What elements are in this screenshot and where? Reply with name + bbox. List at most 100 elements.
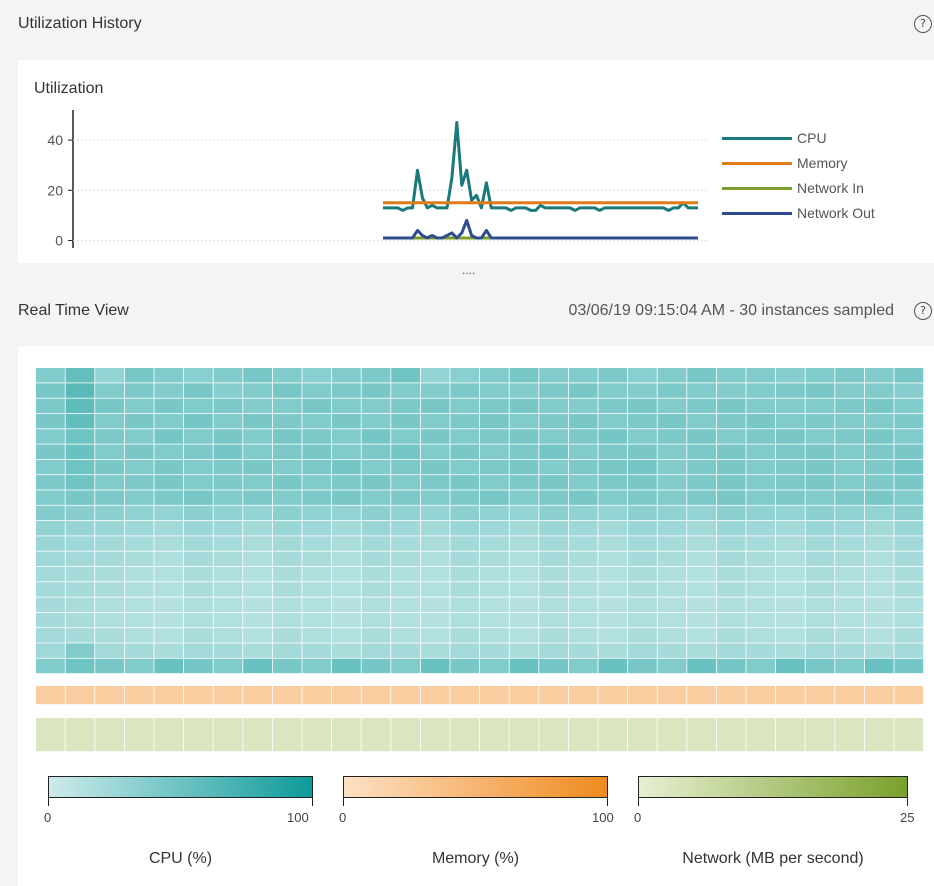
cpu-heatmap-cell <box>776 413 805 429</box>
network-heatmap-cell <box>332 718 361 752</box>
cpu-heatmap-cell <box>124 429 154 444</box>
cpu-heatmap-cell <box>154 444 184 459</box>
cpu-heatmap-cell <box>36 628 65 643</box>
cpu-heatmap-cell <box>450 444 480 459</box>
cpu-heatmap-cell <box>568 658 598 674</box>
scale-tick <box>607 798 608 806</box>
cpu-heatmap-cell <box>598 582 628 597</box>
cpu-heatmap-cell <box>835 398 864 414</box>
cpu-heatmap-cell <box>716 459 746 475</box>
memory-heatmap-cell <box>894 686 924 705</box>
cpu-heatmap-cell <box>539 521 568 536</box>
cpu-heatmap-cell <box>95 429 124 444</box>
cpu-heatmap-cell <box>243 521 272 536</box>
cpu-heatmap-cell <box>687 444 716 459</box>
cpu-heatmap-cell <box>894 383 924 398</box>
cpu-heatmap-cell <box>657 383 687 398</box>
cpu-heatmap-cell <box>272 551 302 567</box>
cpu-heatmap-cell <box>509 383 539 398</box>
cpu-heatmap-cell <box>776 566 805 582</box>
cpu-heatmap-cell <box>835 658 864 674</box>
cpu-heatmap-cell <box>598 658 628 674</box>
cpu-heatmap-cell <box>213 628 243 643</box>
cpu-heatmap-cell <box>302 383 332 398</box>
cpu-heatmap-cell <box>628 566 657 582</box>
cpu-heatmap-cell <box>480 475 509 490</box>
cpu-heatmap-cell <box>272 490 302 505</box>
cpu-heatmap-cell <box>184 398 213 414</box>
cpu-heatmap-cell <box>65 628 95 643</box>
cpu-heatmap-cell <box>391 658 420 674</box>
cpu-heatmap-cell <box>302 643 332 658</box>
cpu-heatmap-cell <box>716 582 746 597</box>
scale-min: 0 <box>44 810 52 825</box>
cpu-heatmap-cell <box>302 582 332 597</box>
memory-heatmap-cell <box>835 686 864 705</box>
memory-heatmap-cell <box>420 686 450 705</box>
cpu-heatmap-cell <box>124 628 154 643</box>
network-heatmap-cell <box>184 718 213 752</box>
cpu-heatmap-cell <box>154 398 184 414</box>
memory-heatmap-cell <box>805 686 835 705</box>
network-heatmap-cell <box>213 718 243 752</box>
cpu-heatmap-cell <box>480 383 509 398</box>
cpu-heatmap-cell <box>716 413 746 429</box>
cpu-heatmap-cell <box>124 521 154 536</box>
cpu-heatmap-cell <box>272 628 302 643</box>
cpu-heatmap-cell <box>509 368 539 383</box>
cpu-heatmap-cell <box>480 643 509 658</box>
cpu-heatmap-cell <box>36 612 65 628</box>
cpu-heatmap-cell <box>628 398 657 414</box>
memory-heatmap-cell <box>36 686 65 705</box>
cpu-heatmap-cell <box>124 459 154 475</box>
network-heatmap-cell <box>243 718 272 752</box>
cpu-heatmap-cell <box>568 597 598 612</box>
cpu-heatmap-cell <box>864 551 894 567</box>
memory-heatmap-cell <box>213 686 243 705</box>
scale-max: 100 <box>287 810 309 825</box>
cpu-heatmap-cell <box>272 444 302 459</box>
network-heatmap-cell <box>450 718 480 752</box>
scale-label: Memory (%) <box>431 850 520 867</box>
cpu-heatmap-cell <box>894 368 924 383</box>
memory-heatmap-cell <box>243 686 272 705</box>
cpu-heatmap-cell <box>184 459 213 475</box>
cpu-heatmap-cell <box>480 597 509 612</box>
cpu-heatmap-cell <box>361 475 391 490</box>
cpu-heatmap-cell <box>776 582 805 597</box>
cpu-heatmap-cell <box>36 383 65 398</box>
cpu-heatmap-cell <box>598 551 628 567</box>
cpu-heatmap-cell <box>835 444 864 459</box>
cpu-heatmap-cell <box>864 429 894 444</box>
cpu-heatmap-cell <box>154 383 184 398</box>
cpu-heatmap-cell <box>805 505 835 521</box>
cpu-heatmap-cell <box>332 643 361 658</box>
cpu-heatmap-cell <box>302 566 332 582</box>
cpu-heatmap-cell <box>864 368 894 383</box>
network-heatmap-cell <box>391 718 420 752</box>
cpu-heatmap-cell <box>332 658 361 674</box>
scale-max: 25 <box>900 810 915 825</box>
scale-tick <box>48 798 49 806</box>
realtime-help-icon[interactable]: ? <box>914 302 932 320</box>
cpu-heatmap-cell <box>420 612 450 628</box>
cpu-heatmap-cell <box>657 521 687 536</box>
cpu-heatmap-cell <box>539 551 568 567</box>
cpu-heatmap-cell <box>302 551 332 567</box>
cpu-heatmap-cell <box>716 597 746 612</box>
cpu-heatmap-cell <box>450 505 480 521</box>
history-help-icon[interactable]: ? <box>914 15 932 33</box>
panel-resize-handle[interactable]: .... <box>462 263 475 277</box>
cpu-heatmap-cell <box>213 444 243 459</box>
cpu-heatmap-cell <box>598 566 628 582</box>
cpu-heatmap-cell <box>243 444 272 459</box>
cpu-heatmap-cell <box>124 582 154 597</box>
cpu-heatmap-cell <box>95 658 124 674</box>
cpu-heatmap-cell <box>716 490 746 505</box>
cpu-heatmap-cell <box>65 643 95 658</box>
cpu-heatmap-cell <box>95 566 124 582</box>
cpu-heatmap-cell <box>598 536 628 551</box>
cpu-heatmap-cell <box>184 643 213 658</box>
cpu-heatmap-cell <box>361 505 391 521</box>
cpu-heatmap-cell <box>124 551 154 567</box>
